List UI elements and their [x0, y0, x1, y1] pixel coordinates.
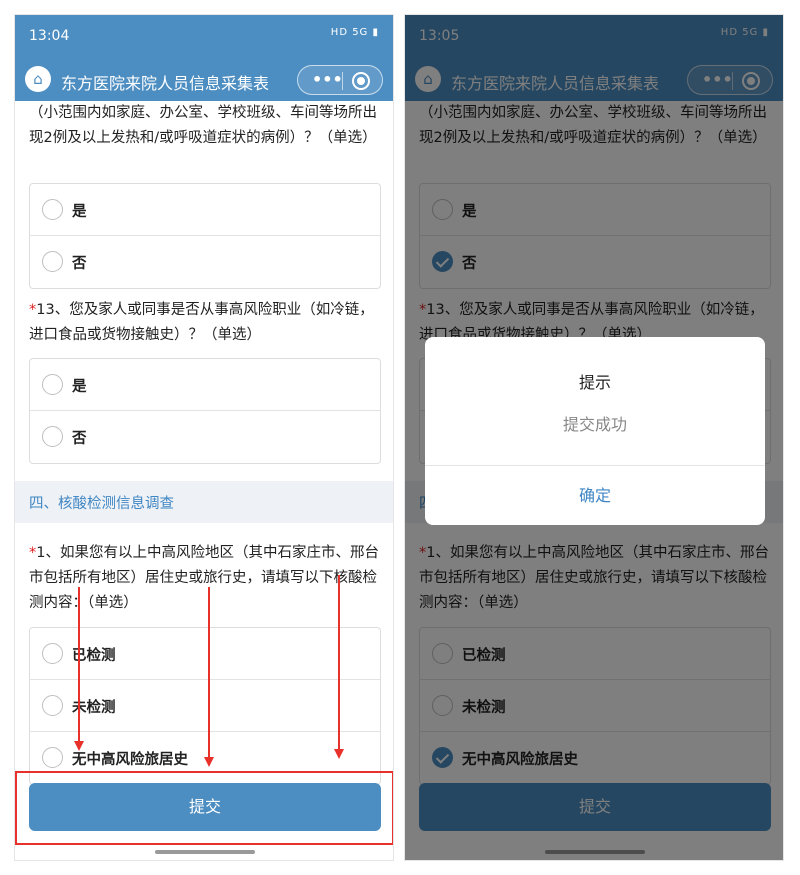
question-13-options: 是 否: [29, 358, 381, 464]
status-time: 13:04: [29, 28, 70, 44]
radio-icon[interactable]: [42, 199, 63, 220]
section4-question-1-label: 1、如果您有以上中高风险地区（其中石家庄市、邢台市包括所有地区）居住史或旅行史，…: [29, 545, 379, 611]
annotation-arrow-head: [334, 749, 344, 759]
dialog-message: 提交成功: [562, 415, 627, 434]
option-label: 是: [72, 204, 87, 220]
close-circle-icon[interactable]: [352, 72, 370, 90]
annotation-arrow-line: [208, 587, 210, 759]
annotation-arrow-line: [338, 575, 340, 751]
option-yes[interactable]: 是: [30, 184, 380, 236]
option-yes[interactable]: 是: [30, 359, 380, 411]
option-tested[interactable]: 已检测: [30, 628, 380, 680]
radio-icon[interactable]: [42, 695, 63, 716]
more-menu-icon[interactable]: •••: [312, 70, 343, 89]
miniprogram-capsule: •••: [297, 65, 383, 95]
question-13-label: 13、您及家人或同事是否从事高风险职业（如冷链，进口食品或货物接触史）？（单选）: [29, 302, 374, 343]
section-header-nucleic-test: 四、核酸检测信息调查: [15, 481, 393, 523]
signal-battery-icon: HD 5G ▮: [330, 27, 379, 38]
nav-bar: ⌂ 东方医院来院人员信息采集表 •••: [15, 59, 393, 101]
section-title: 四、核酸检测信息调查: [29, 496, 174, 512]
annotation-highlight-box: [15, 771, 393, 845]
option-label: 否: [72, 431, 87, 447]
option-label: 否: [72, 256, 87, 272]
option-label: 无中高风险旅居史: [72, 752, 188, 768]
option-no[interactable]: 否: [30, 411, 380, 463]
radio-icon[interactable]: [42, 251, 63, 272]
radio-icon[interactable]: [42, 374, 63, 395]
status-bar: 13:04 HD 5G ▮: [15, 15, 393, 59]
annotation-arrow-head: [204, 757, 214, 767]
question-12-options: 是 否: [29, 183, 381, 289]
dialog-title: 提示: [578, 373, 611, 392]
radio-icon[interactable]: [42, 747, 63, 768]
annotation-arrow-line: [78, 587, 80, 743]
page-title: 东方医院来院人员信息采集表: [61, 74, 270, 93]
success-dialog: 提示 提交成功 确定: [425, 337, 765, 525]
home-indicator: [155, 850, 255, 854]
annotation-arrow-head: [74, 741, 84, 751]
radio-icon[interactable]: [42, 426, 63, 447]
capsule-divider: [342, 72, 343, 90]
question-12-text: （小范围内如家庭、办公室、学校班级、车间等场所出现2例及以上发热和/或呼吸道症状…: [29, 105, 377, 146]
option-no[interactable]: 否: [30, 236, 380, 288]
radio-icon[interactable]: [42, 643, 63, 664]
confirm-button[interactable]: 确定: [425, 466, 765, 525]
home-icon[interactable]: ⌂: [25, 66, 51, 92]
option-label: 是: [72, 379, 87, 395]
phone-screen-before: 13:04 HD 5G ▮ ⌂ 东方医院来院人员信息采集表 ••• （小范围内如…: [14, 14, 394, 861]
option-not-tested[interactable]: 未检测: [30, 680, 380, 732]
section4-question-1-text: *1、如果您有以上中高风险地区（其中石家庄市、邢台市包括所有地区）居住史或旅行史…: [29, 541, 381, 616]
phone-screen-after: 13:05 HD 5G ▮ ⌂ 东方医院来院人员信息采集表 ••• （小范围内如…: [404, 14, 784, 861]
question-13-text: *13、您及家人或同事是否从事高风险职业（如冷链，进口食品或货物接触史）？（单选…: [29, 298, 381, 348]
